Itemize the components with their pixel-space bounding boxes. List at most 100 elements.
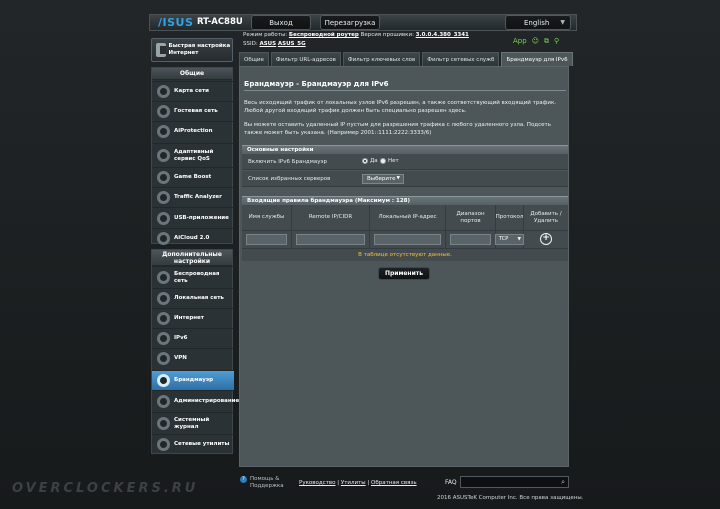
- footer-links: Руководство | Утилиты | Обратная связь: [299, 480, 417, 486]
- game-boost-icon: [157, 171, 170, 184]
- help-support-link[interactable]: ? Помощь & Поддержка: [240, 476, 294, 490]
- sidebar-item-guest-network[interactable]: Гостевая сеть: [152, 101, 234, 121]
- add-rule-button[interactable]: +: [540, 233, 552, 245]
- favorite-servers-value: Выберите: [367, 176, 396, 182]
- local-ip-input[interactable]: [374, 234, 441, 245]
- ipv6-icon: [157, 332, 170, 345]
- sidebar-item-system-log[interactable]: Системный журнал: [152, 412, 234, 434]
- network-map-icon: [157, 85, 170, 98]
- help-icon: ?: [240, 476, 247, 483]
- operation-mode-line: Режим работы: Беспроводной роутер Версия…: [243, 32, 469, 38]
- protocol-value: TCP: [499, 236, 509, 242]
- firmware-link[interactable]: 3.0.0.4.380_3341: [416, 32, 469, 38]
- tab-general[interactable]: Общие: [239, 52, 269, 66]
- sidebar-item-ipv6[interactable]: IPv6: [152, 328, 234, 348]
- radio-yes[interactable]: Да: [362, 158, 378, 164]
- watermark-text: OVERCLOCKERS.RU: [12, 481, 199, 496]
- guest-network-icon: [157, 105, 170, 118]
- sidebar-item-network-tools[interactable]: Сетевые утилиты: [152, 434, 234, 454]
- usb-status-icon[interactable]: ⚲: [554, 37, 559, 46]
- empty-table-message: В таблице отсутствуют данные.: [242, 248, 568, 261]
- sidebar-item-firewall[interactable]: Брандмауэр: [152, 370, 234, 390]
- app-status[interactable]: App: [513, 37, 527, 46]
- user-icon[interactable]: ☺: [532, 37, 539, 46]
- sidebar-item-traffic-analyzer[interactable]: Traffic Analyzer: [152, 187, 234, 207]
- chevron-down-icon: ▼: [560, 19, 565, 26]
- enable-firewall-row: Включить IPv6 Брандмауэр Да Нет: [242, 154, 568, 170]
- network-icon[interactable]: ⧉: [544, 37, 549, 46]
- sidebar-item-network-map[interactable]: Карта сети: [152, 81, 234, 101]
- description-2: Вы можете оставить удаленный IP пустым д…: [244, 122, 551, 136]
- favorite-servers-row: Список избранных серверов Выберите ▼: [242, 171, 568, 187]
- feedback-link[interactable]: Обратная связь: [371, 480, 417, 486]
- ssid-label: SSID:: [243, 41, 258, 47]
- traffic-analyzer-icon: [157, 191, 170, 204]
- wan-icon: [157, 312, 170, 325]
- ssid-24[interactable]: ASUS: [259, 41, 276, 47]
- firmware-label: Версия прошивки:: [360, 32, 414, 38]
- radio-no[interactable]: Нет: [380, 158, 399, 164]
- protocol-select[interactable]: TCP ▼: [495, 234, 524, 245]
- enable-firewall-label: Включить IPv6 Брандмауэр: [248, 159, 328, 165]
- sidebar-item-qos[interactable]: Адаптивный сервис QoS: [152, 143, 234, 167]
- radio-yes-dot: [362, 158, 368, 164]
- remote-ip-input[interactable]: [296, 234, 365, 245]
- sidebar-item-label: Администрирование: [174, 398, 240, 404]
- faq-label: FAQ: [445, 479, 457, 486]
- main-panel: Брандмауэр - Брандмауэр для IPv6 Весь ис…: [239, 66, 569, 467]
- ssid-5g[interactable]: ASUS_5G: [278, 41, 306, 47]
- title-divider: [244, 90, 566, 91]
- radio-no-dot: [380, 158, 386, 164]
- brand-logo: /ISUS: [158, 16, 194, 29]
- firewall-icon: [157, 374, 170, 387]
- service-name-cell: [242, 230, 292, 248]
- utilities-link[interactable]: Утилиты: [341, 480, 366, 486]
- remote-ip-cell: [292, 230, 370, 248]
- description-1: Весь исходящий трафик от локальных узлов…: [244, 100, 557, 114]
- mode-link[interactable]: Беспроводной роутер: [289, 32, 359, 38]
- tab-url-filter[interactable]: Фильтр URL-адресов: [270, 52, 341, 66]
- faq-search-input[interactable]: ⌕: [460, 476, 569, 488]
- tab-ipv6-firewall[interactable]: Брандмауэр для IPv6: [501, 52, 573, 66]
- sidebar-item-label: Интернет: [174, 315, 204, 321]
- col-add-delete: Добавить / Удалить: [524, 205, 568, 230]
- sidebar-item-label: USB-приложение: [174, 215, 229, 221]
- port-range-input[interactable]: [450, 234, 491, 245]
- sidebar-item-aicloud[interactable]: AiCloud 2.0: [152, 228, 234, 248]
- sidebar-item-label: Сетевые утилиты: [174, 441, 230, 447]
- sidebar-item-aiprotection[interactable]: AiProtection: [152, 121, 234, 141]
- network-tools-icon: [157, 438, 170, 451]
- sidebar-item-label: Локальная сеть: [174, 295, 224, 301]
- sidebar-item-wireless[interactable]: Беспроводная сеть: [152, 266, 234, 288]
- sidebar-item-game-boost[interactable]: Game Boost: [152, 167, 234, 187]
- sidebar-item-lan[interactable]: Локальная сеть: [152, 288, 234, 308]
- tab-keyword-filter[interactable]: Фильтр ключевых слов: [342, 52, 421, 66]
- advanced-menu-title: Дополнительные настройки: [152, 250, 232, 266]
- quick-setup-button[interactable]: Быстрая настройка Интернет: [151, 38, 233, 62]
- wireless-icon: [157, 271, 170, 284]
- sidebar-item-administration[interactable]: Администрирование: [152, 390, 239, 412]
- copyright-text: 2016 ASUSTeK Computer Inc. Все права защ…: [437, 495, 584, 501]
- sidebar-item-usb[interactable]: USB-приложение: [152, 207, 234, 229]
- manual-link[interactable]: Руководство: [299, 480, 336, 486]
- general-menu: Общие Карта сети Гостевая сеть AiProtect…: [151, 67, 234, 245]
- sidebar-item-wan[interactable]: Интернет: [152, 308, 234, 328]
- language-select[interactable]: English ▼: [505, 15, 571, 30]
- sidebar-item-label: IPv6: [174, 335, 188, 341]
- quick-setup-icon: [156, 43, 166, 57]
- ssid-line: SSID: ASUS ASUS_5G: [243, 41, 306, 47]
- sidebar-item-label: Системный журнал: [174, 416, 210, 430]
- sidebar-item-label: AiProtection: [174, 128, 213, 134]
- reboot-button[interactable]: Перезагрузка: [320, 15, 380, 30]
- apply-button[interactable]: Применить: [378, 267, 430, 280]
- sidebar-item-vpn[interactable]: VPN: [152, 348, 234, 368]
- system-log-icon: [157, 417, 170, 430]
- favorite-servers-select[interactable]: Выберите ▼: [362, 174, 404, 184]
- search-icon[interactable]: ⌕: [561, 478, 565, 487]
- col-local-ip: Локальный IP-адрес: [370, 205, 446, 230]
- tab-service-filter[interactable]: Фильтр сетевых служб: [422, 52, 500, 66]
- service-name-input[interactable]: [246, 234, 287, 245]
- logout-button[interactable]: Выход: [251, 15, 311, 30]
- sidebar-item-label: Game Boost: [174, 174, 212, 180]
- favorite-servers-label: Список избранных серверов: [248, 176, 331, 182]
